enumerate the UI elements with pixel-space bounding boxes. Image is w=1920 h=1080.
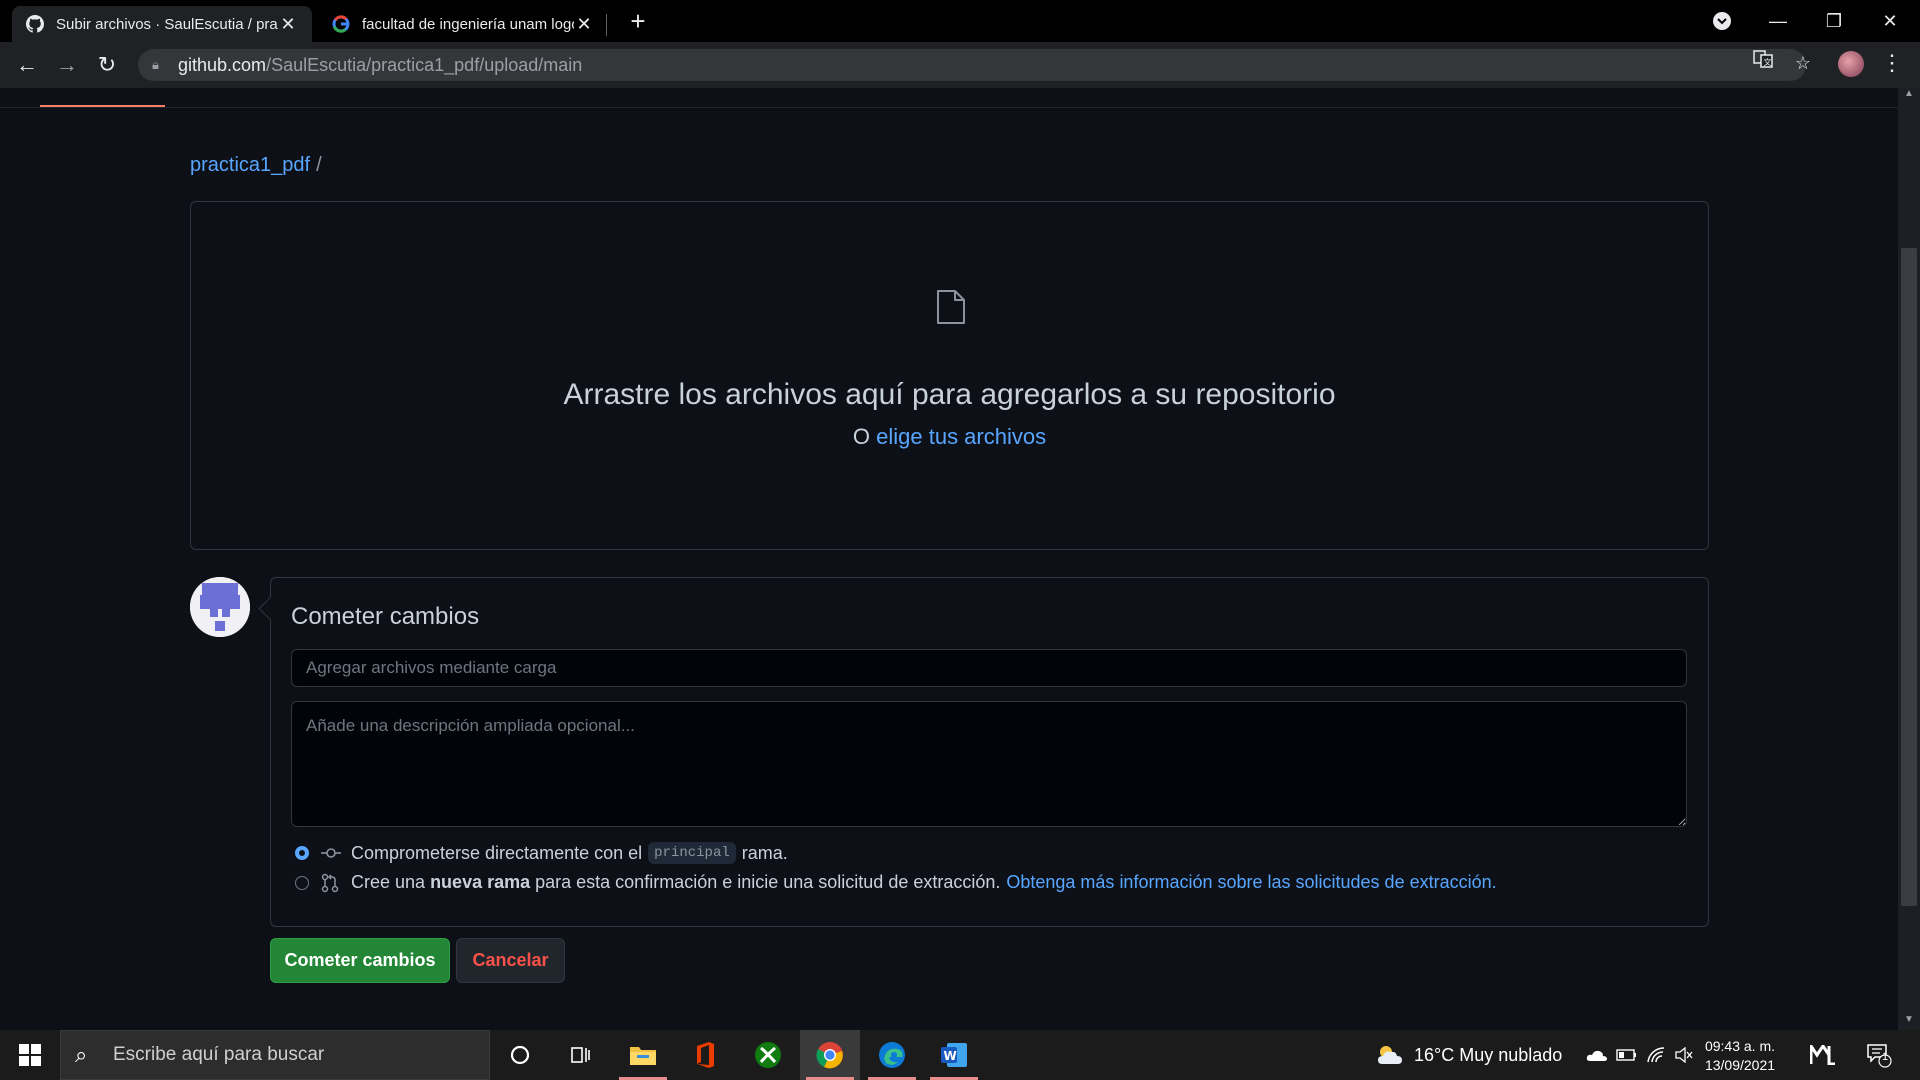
- commit-description-input[interactable]: [291, 701, 1687, 827]
- wifi-icon[interactable]: [1646, 1030, 1666, 1080]
- repo-link[interactable]: practica1_pdf: [190, 154, 310, 176]
- reload-icon[interactable]: ↻: [92, 50, 122, 80]
- cortana-icon[interactable]: [490, 1030, 550, 1080]
- restore-icon[interactable]: ❐: [1806, 0, 1862, 42]
- breadcrumb-separator: /: [316, 154, 322, 176]
- scroll-down-arrow-icon[interactable]: ▼: [1898, 1014, 1920, 1030]
- xbox-icon[interactable]: [738, 1030, 798, 1080]
- file-explorer-icon[interactable]: [613, 1030, 673, 1080]
- windows-taskbar: ⌕ Escribe aquí para buscar W 16°C Muy nu…: [0, 1030, 1920, 1080]
- weather-widget[interactable]: 16°C Muy nublado: [1376, 1030, 1562, 1080]
- minimize-icon[interactable]: —: [1750, 0, 1806, 42]
- weather-text: 16°C Muy nublado: [1414, 1044, 1563, 1065]
- search-icon: ⌕: [75, 1042, 88, 1067]
- active-repo-tab-underline: [40, 105, 165, 107]
- battery-icon[interactable]: [1616, 1030, 1638, 1080]
- url-host: github.com: [178, 54, 267, 75]
- url-path: /SaulEscutia/practica1_pdf/upload/main: [266, 54, 583, 75]
- commit-direct-text: Comprometerse directamente con el: [351, 842, 643, 863]
- file-icon: [937, 290, 965, 324]
- new-branch-option[interactable]: Cree una nueva rama para esta confirmaci…: [295, 872, 1497, 893]
- cloud-icon: [1378, 1046, 1402, 1064]
- tab-google-search[interactable]: facultad de ingeniería unam logo ✕: [318, 6, 608, 42]
- browser-tab-strip: Subir archivos · SaulEscutia / prac ✕ fa…: [0, 0, 1920, 42]
- windows-start-icon[interactable]: [0, 1030, 60, 1080]
- system-clock[interactable]: 09:43 a. m. 13/09/2021: [1698, 1037, 1782, 1075]
- page-scrollbar[interactable]: ▲ ▼: [1898, 88, 1920, 1030]
- repo-nav-divider: [0, 107, 1898, 108]
- svg-text:W: W: [944, 1049, 957, 1063]
- github-upload-page: practica1_pdf / Arrastre los archivos aqu…: [0, 88, 1898, 1030]
- new-tab-plus-icon[interactable]: +: [622, 6, 654, 38]
- chrome-icon[interactable]: [800, 1030, 860, 1080]
- drop-zone-title: Arrastre los archivos aquí para agregarl…: [563, 378, 1336, 411]
- tab-subir-archivos[interactable]: Subir archivos · SaulEscutia / prac ✕: [12, 6, 312, 42]
- mail-app-icon[interactable]: [1810, 1030, 1836, 1080]
- cancel-button[interactable]: Cancelar: [456, 938, 565, 983]
- back-arrow-icon[interactable]: ←: [12, 50, 42, 80]
- commit-summary-input[interactable]: [291, 649, 1687, 687]
- forward-arrow-icon[interactable]: →: [52, 50, 82, 80]
- bookmark-star-icon[interactable]: ☆: [1788, 48, 1818, 78]
- onedrive-icon[interactable]: [1586, 1030, 1608, 1080]
- url-text[interactable]: github.com/SaulEscutia/practica1_pdf/upl…: [178, 55, 582, 76]
- lock-icon[interactable]: 🔒︎: [152, 57, 170, 73]
- commit-direct-option[interactable]: Comprometerse directamente con el princi…: [295, 842, 788, 864]
- git-commit-icon: [321, 846, 343, 860]
- commit-direct-suffix: rama.: [741, 842, 788, 863]
- google-icon: [332, 15, 350, 33]
- commit-changes-button[interactable]: Cometer cambios: [270, 938, 450, 983]
- office-icon[interactable]: [675, 1030, 735, 1080]
- close-tab-icon[interactable]: ✕: [574, 14, 594, 35]
- new-branch-text-2: para esta confirmación e inicie una soli…: [535, 872, 1001, 892]
- new-branch-text-1: Cree una: [351, 872, 426, 892]
- tab-divider: [606, 14, 607, 36]
- edge-icon[interactable]: [862, 1030, 922, 1080]
- address-bar-row: ← → ↻ 🔒︎ github.com/SaulEscutia/practica…: [0, 42, 1920, 88]
- or-text: O: [852, 424, 870, 449]
- tab-title: Subir archivos · SaulEscutia / prac: [56, 15, 278, 33]
- choose-files-link[interactable]: elige tus archivos: [876, 424, 1046, 449]
- clock-time: 09:43 a. m.: [1704, 1038, 1776, 1054]
- close-window-icon[interactable]: ✕: [1862, 0, 1918, 42]
- profile-avatar[interactable]: [1838, 51, 1864, 77]
- clock-date: 13/09/2021: [1704, 1057, 1776, 1073]
- branch-name-chip: principal: [648, 842, 736, 864]
- new-branch-radio[interactable]: [295, 875, 309, 890]
- task-view-icon[interactable]: [550, 1030, 610, 1080]
- tab-search-chevron-icon[interactable]: [1694, 0, 1750, 42]
- scroll-up-arrow-icon[interactable]: ▲: [1898, 88, 1920, 104]
- commit-heading: Cometer cambios: [291, 603, 480, 630]
- taskbar-search-box[interactable]: ⌕ Escribe aquí para buscar: [60, 1030, 490, 1080]
- github-icon: [26, 15, 44, 33]
- breadcrumb: practica1_pdf /: [190, 154, 322, 177]
- pull-request-help-link[interactable]: Obtenga más información sobre las solici…: [1006, 872, 1496, 893]
- svg-text:文: 文: [1764, 57, 1772, 67]
- user-avatar: [190, 577, 250, 637]
- commit-form: Cometer cambios Comprometerse directamen…: [270, 577, 1709, 927]
- notification-count: 1: [1881, 1051, 1889, 1063]
- taskbar-search-placeholder: Escribe aquí para buscar: [113, 1044, 325, 1065]
- notifications-icon[interactable]: 1: [1866, 1030, 1892, 1080]
- tab-title: facultad de ingeniería unam logo: [362, 15, 574, 33]
- close-tab-icon[interactable]: ✕: [278, 14, 298, 35]
- pull-request-icon: [321, 873, 343, 893]
- drop-zone-subtitle: O elige tus archivos: [191, 424, 1708, 450]
- volume-muted-icon[interactable]: [1674, 1030, 1694, 1080]
- omnibox[interactable]: 🔒︎ github.com/SaulEscutia/practica1_pdf/…: [138, 49, 1806, 81]
- browser-menu-icon[interactable]: ⋮: [1880, 48, 1904, 78]
- new-branch-bold: nueva rama: [430, 872, 531, 892]
- scrollbar-thumb[interactable]: [1901, 248, 1917, 906]
- translate-icon[interactable]: 文: [1748, 48, 1778, 78]
- commit-direct-radio[interactable]: [295, 846, 309, 860]
- file-drop-zone[interactable]: Arrastre los archivos aquí para agregarl…: [190, 201, 1709, 550]
- word-icon[interactable]: W: [924, 1030, 984, 1080]
